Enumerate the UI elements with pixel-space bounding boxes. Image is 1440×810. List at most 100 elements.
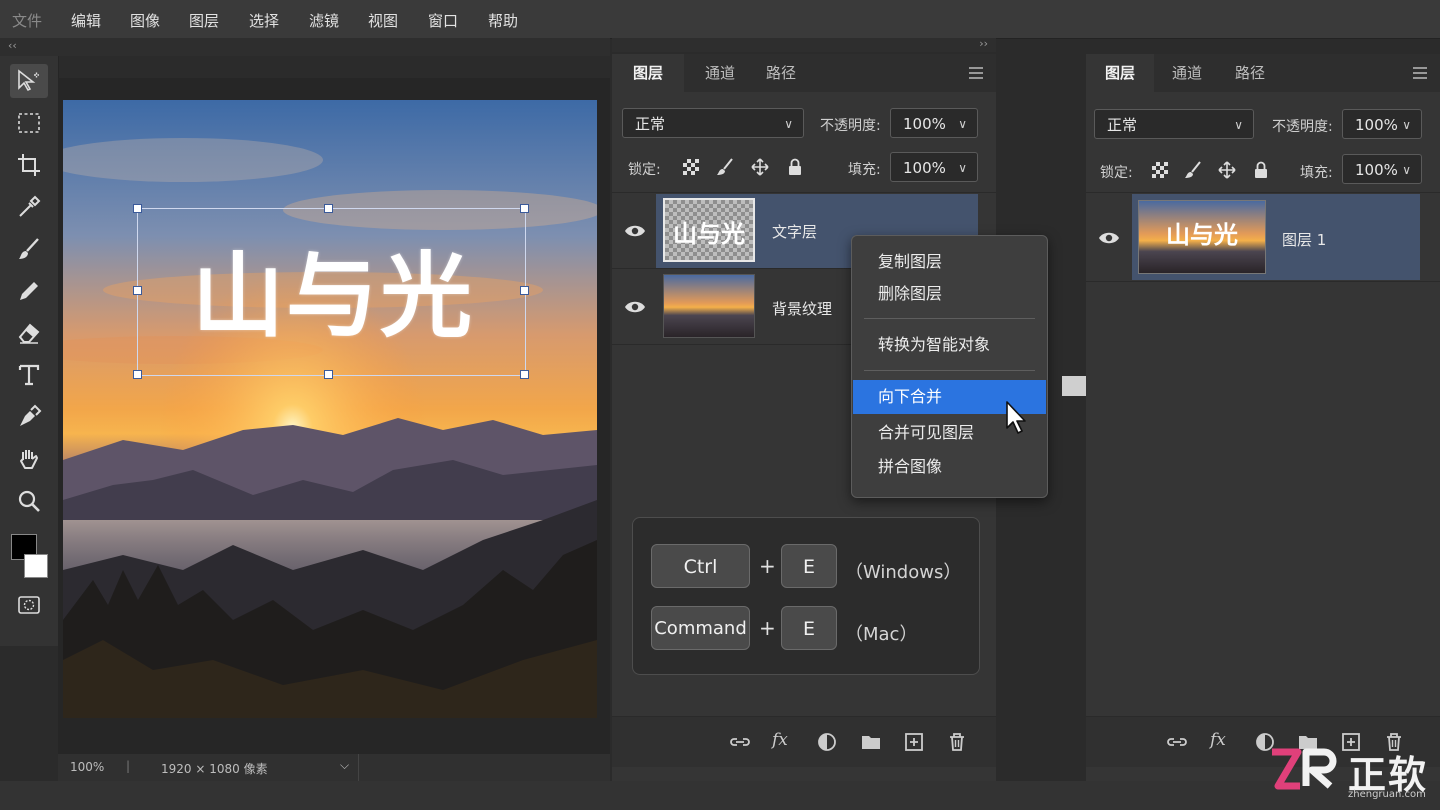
- move-select-icon[interactable]: [10, 64, 48, 98]
- chevron-down-icon[interactable]: ⌵: [340, 758, 349, 773]
- os-windows-label: （Windows）: [845, 562, 962, 583]
- folder-icon[interactable]: [860, 731, 882, 753]
- opacity-label: 不透明度:: [1272, 119, 1333, 135]
- chevron-down-icon: ∨: [1402, 118, 1411, 132]
- transform-handle[interactable]: [324, 204, 333, 213]
- menu-icon[interactable]: [1413, 67, 1427, 79]
- background-color-swatch[interactable]: [24, 554, 48, 578]
- brush-icon[interactable]: [10, 232, 48, 266]
- tab-layers[interactable]: 图层: [612, 54, 684, 92]
- status-bar: 100% | 1920 × 1080 像素 ⌵: [58, 754, 610, 781]
- layer-name-text[interactable]: 文字层: [772, 221, 817, 242]
- menu-item-flatten-image[interactable]: 拼合图像: [853, 450, 1046, 484]
- layer-name-merged[interactable]: 图层 1: [1282, 229, 1326, 250]
- tab-paths[interactable]: 路径: [1218, 54, 1282, 92]
- layer-thumbnail-background[interactable]: [663, 274, 755, 338]
- new-layer-icon[interactable]: [903, 731, 925, 753]
- thumbnail-text: 山与光: [1166, 220, 1238, 249]
- crop-icon[interactable]: [10, 148, 48, 182]
- menu-layer[interactable]: 图层: [189, 10, 219, 31]
- transform-handle[interactable]: [520, 204, 529, 213]
- marquee-icon[interactable]: [10, 106, 48, 140]
- collapse-left-icon[interactable]: ‹‹: [8, 39, 17, 52]
- lock-all-icon[interactable]: [786, 158, 804, 176]
- menu-edit[interactable]: 编辑: [71, 10, 101, 31]
- document-image[interactable]: 山与光: [63, 100, 597, 718]
- transform-handle[interactable]: [520, 286, 529, 295]
- adjustment-icon[interactable]: [816, 731, 838, 753]
- status-separator: |: [126, 759, 131, 773]
- lock-transparent-icon[interactable]: [682, 158, 700, 176]
- layer-thumbnail-merged[interactable]: 山与光: [1138, 200, 1266, 274]
- transform-handle[interactable]: [133, 204, 142, 213]
- menu-file[interactable]: 文件: [12, 10, 42, 31]
- opacity-value: 100%: [1355, 116, 1398, 134]
- fill-value: 100%: [1355, 161, 1398, 179]
- shortcut-hint-box: Ctrl + E （Windows） Command + E （Mac）: [632, 517, 980, 675]
- transform-handle[interactable]: [520, 370, 529, 379]
- tab-channels[interactable]: 通道: [1154, 54, 1220, 92]
- menu-view[interactable]: 视图: [368, 10, 398, 31]
- fx-icon[interactable]: fx: [1210, 730, 1226, 750]
- transform-handle[interactable]: [324, 370, 333, 379]
- menu-image[interactable]: 图像: [130, 10, 160, 31]
- quickmask-icon[interactable]: [10, 588, 48, 622]
- eye-icon[interactable]: [624, 299, 646, 315]
- blend-mode-value: 正常: [1107, 116, 1138, 134]
- blend-mode-select[interactable]: 正常 ∨: [622, 108, 804, 138]
- type-icon[interactable]: [10, 358, 48, 392]
- menu-separator: [864, 370, 1035, 371]
- menu-icon[interactable]: [969, 67, 983, 79]
- zoom-icon[interactable]: [10, 484, 48, 518]
- eye-icon[interactable]: [1098, 230, 1120, 246]
- zoom-level[interactable]: 100%: [70, 760, 104, 774]
- pencil-icon[interactable]: [10, 274, 48, 308]
- menu-help[interactable]: 帮助: [488, 10, 518, 31]
- lock-position-icon[interactable]: [751, 158, 769, 176]
- chevron-down-icon: ∨: [1234, 118, 1243, 132]
- chevron-down-icon: ∨: [958, 161, 967, 175]
- menu-window[interactable]: 窗口: [428, 10, 458, 31]
- menu-filter[interactable]: 滤镜: [309, 10, 339, 31]
- layer-name-background[interactable]: 背景纹理: [772, 298, 832, 319]
- opacity-label: 不透明度:: [820, 118, 881, 134]
- transform-handle[interactable]: [133, 286, 142, 295]
- fx-icon[interactable]: fx: [772, 730, 788, 750]
- tab-layers[interactable]: 图层: [1086, 54, 1154, 92]
- key-e: E: [781, 544, 837, 588]
- opacity-field[interactable]: 100% ∨: [1342, 109, 1422, 139]
- menu-item-convert-smart-object[interactable]: 转换为智能对象: [853, 328, 1046, 362]
- blend-mode-select[interactable]: 正常 ∨: [1094, 109, 1254, 139]
- fill-field[interactable]: 100% ∨: [1342, 154, 1422, 184]
- lock-position-icon[interactable]: [1218, 161, 1236, 179]
- trash-icon[interactable]: [946, 731, 968, 753]
- menu-bar: 文件 编辑 图像 图层 选择 滤镜 视图 窗口 帮助: [0, 0, 1440, 39]
- collapse-right-icon[interactable]: ››: [979, 37, 988, 50]
- menu-select[interactable]: 选择: [249, 10, 279, 31]
- link-icon[interactable]: [729, 731, 751, 753]
- menu-item-delete-layer[interactable]: 删除图层: [853, 277, 1046, 311]
- fill-label: 填充:: [1300, 165, 1333, 181]
- lock-label: 锁定:: [628, 162, 661, 178]
- transform-handle[interactable]: [133, 370, 142, 379]
- transform-bounding-box[interactable]: [137, 208, 526, 376]
- opacity-field[interactable]: 100% ∨: [890, 108, 978, 138]
- eye-icon[interactable]: [624, 223, 646, 239]
- eraser-icon[interactable]: [10, 316, 48, 350]
- link-icon[interactable]: [1166, 731, 1188, 753]
- lock-all-icon[interactable]: [1252, 161, 1270, 179]
- panel-collapse-strip: ››: [612, 37, 996, 52]
- lock-pixels-icon[interactable]: [1184, 161, 1202, 179]
- lock-transparent-icon[interactable]: [1151, 161, 1169, 179]
- tools-panel: [0, 56, 59, 646]
- pen-icon[interactable]: [10, 400, 48, 434]
- layer-thumbnail-text[interactable]: 山与光: [663, 198, 755, 262]
- tab-paths[interactable]: 路径: [748, 54, 814, 92]
- plus-sign: +: [759, 554, 776, 578]
- hand-icon[interactable]: [10, 442, 48, 476]
- lock-pixels-icon[interactable]: [716, 158, 734, 176]
- menu-item-duplicate-layer[interactable]: 复制图层: [853, 245, 1046, 279]
- eyedropper-icon[interactable]: [10, 190, 48, 224]
- fill-field[interactable]: 100% ∨: [890, 152, 978, 182]
- tab-channels[interactable]: 通道: [684, 54, 756, 92]
